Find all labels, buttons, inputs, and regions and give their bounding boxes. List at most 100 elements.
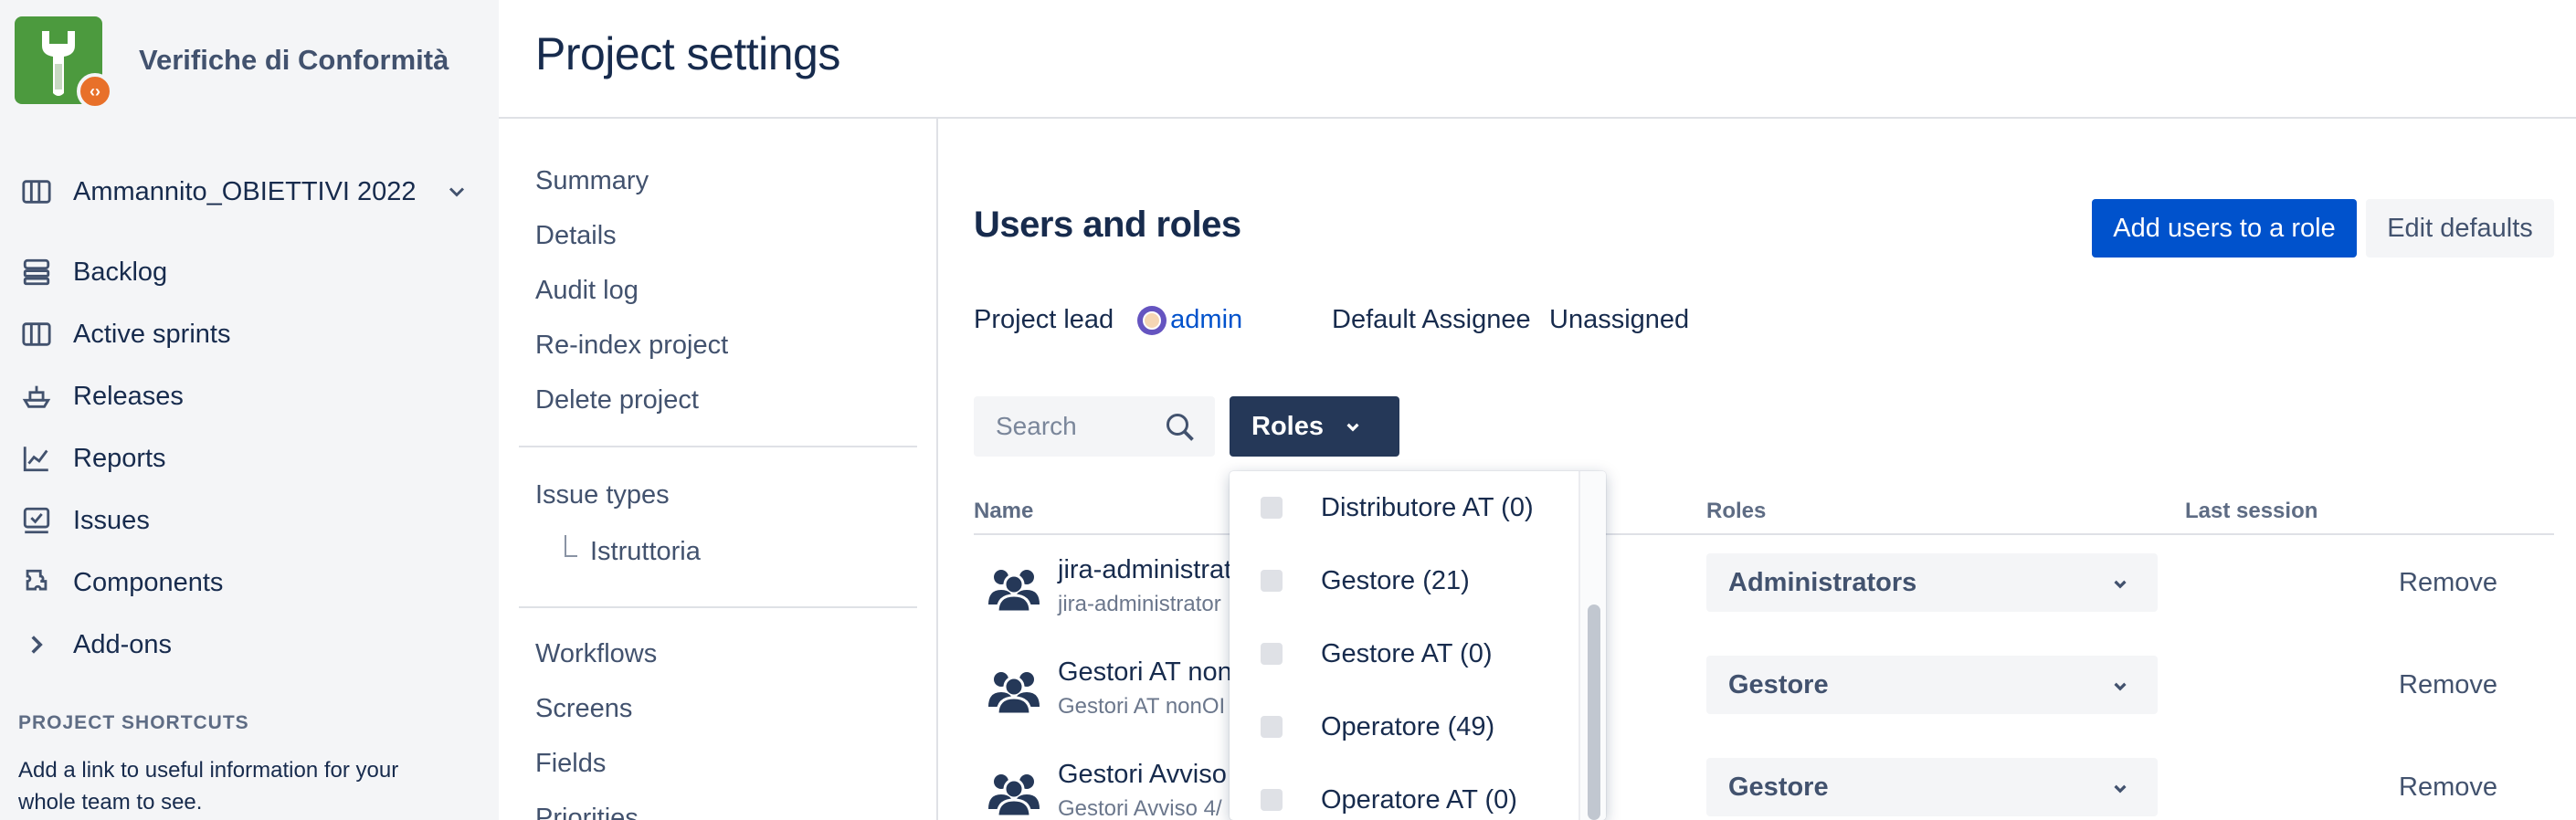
remove-button[interactable]: Remove — [2399, 568, 2497, 598]
project-lead-label: Project lead — [974, 305, 1114, 334]
edit-defaults-button[interactable]: Edit defaults — [2366, 199, 2554, 258]
group-icon — [988, 774, 1040, 816]
user-avatar-icon — [1143, 310, 1162, 330]
sidebar-nav: Backlog Active sprints Releases Reports — [18, 241, 475, 676]
sidebar-item-label: Reports — [73, 443, 166, 473]
settings-link-reindex[interactable]: Re-index project — [535, 331, 728, 361]
option-checkbox[interactable] — [1261, 789, 1283, 811]
sidebar-item-components[interactable]: Components — [18, 552, 475, 614]
group-name: jira-administrat — [1058, 555, 1232, 584]
roles-option-label: Operatore AT (0) — [1321, 784, 1517, 815]
project-lead: Project lead admin — [974, 305, 1242, 335]
chevron-down-icon — [1346, 423, 1359, 432]
project-lead-link[interactable]: admin — [1170, 305, 1242, 335]
shortcuts-description: Add a link to useful information for you… — [18, 758, 399, 815]
option-checkbox[interactable] — [1261, 570, 1283, 592]
group-name: Gestori Avviso — [1058, 760, 1227, 789]
section-title: Users and roles — [974, 205, 1241, 245]
sidebar-item-label: Releases — [73, 381, 184, 411]
group-subname: Gestori AT nonOI — [1058, 694, 1226, 719]
project-header[interactable]: ‹› Verifiche di Conformità — [15, 16, 449, 110]
settings-nav-divider — [519, 446, 917, 447]
group-name: Gestori AT non — [1058, 657, 1232, 687]
settings-link-priorities[interactable]: Priorities — [535, 804, 639, 820]
role-select[interactable]: Gestore — [1706, 656, 2158, 714]
roles-option-label: Distributore AT (0) — [1321, 492, 1534, 522]
backlog-icon — [18, 254, 55, 290]
group-subname: jira-administrator — [1058, 592, 1221, 616]
roles-option-label: Gestore AT (0) — [1321, 638, 1493, 668]
sidebar-item-label: Components — [73, 567, 224, 597]
issues-icon — [18, 502, 55, 539]
search-icon[interactable] — [1164, 411, 1197, 444]
column-header-roles: Roles — [1706, 499, 1767, 523]
board-switcher[interactable]: Ammannito_OBIETTIVI 2022 — [18, 168, 475, 216]
add-users-to-role-button[interactable]: Add users to a role — [2092, 199, 2357, 258]
settings-nav: Summary Details Audit log Re-index proje… — [499, 119, 937, 820]
option-checkbox[interactable] — [1261, 497, 1283, 519]
roles-option[interactable]: Operatore AT (0) — [1230, 763, 1577, 820]
role-select[interactable]: Administrators — [1706, 553, 2158, 612]
settings-link-delete-project[interactable]: Delete project — [535, 385, 699, 415]
sidebar-item-issues[interactable]: Issues — [18, 489, 475, 552]
option-checkbox[interactable] — [1261, 643, 1283, 665]
roles-option[interactable]: Distributore AT (0) — [1230, 471, 1577, 544]
settings-link-details[interactable]: Details — [535, 221, 617, 251]
sidebar-item-label: Backlog — [73, 257, 168, 287]
roles-option-label: Gestore (21) — [1321, 565, 1470, 595]
app: ‹› Verifiche di Conformità Ammannito_OBI… — [0, 0, 2576, 820]
role-select-value: Administrators — [1728, 567, 1917, 597]
sidebar-item-label: Active sprints — [73, 319, 231, 349]
chevron-down-icon — [2114, 580, 2127, 589]
roles-dropdown: Distributore AT (0) Gestore (21) Gestore… — [1230, 471, 1606, 820]
role-select[interactable]: Gestore — [1706, 758, 2158, 816]
group-icon — [988, 570, 1040, 612]
remove-button[interactable]: Remove — [2399, 773, 2497, 803]
settings-link-istruttoria[interactable]: Istruttoria — [590, 537, 701, 567]
code-badge-icon: ‹› — [77, 73, 113, 110]
option-checkbox[interactable] — [1261, 716, 1283, 738]
settings-nav-border — [936, 119, 938, 820]
roles-filter-button[interactable]: Roles — [1230, 396, 1399, 457]
chevron-down-icon — [449, 187, 465, 197]
group-icon — [988, 672, 1040, 714]
settings-link-issue-types[interactable]: Issue types — [535, 480, 670, 510]
search-field — [974, 396, 1215, 457]
roles-option[interactable]: Gestore (21) — [1230, 544, 1577, 617]
project-avatar: ‹› — [15, 16, 113, 110]
default-assignee-label: Default Assignee — [1332, 305, 1531, 334]
table-row: Gestori AT non Gestori AT nonOI Gestore … — [974, 647, 2554, 747]
sidebar-item-backlog[interactable]: Backlog — [18, 241, 475, 303]
sidebar-item-label: Issues — [73, 505, 150, 535]
sidebar-item-reports[interactable]: Reports — [18, 427, 475, 489]
roles-option[interactable]: Operatore (49) — [1230, 690, 1577, 763]
wrench-icon — [42, 31, 75, 96]
remove-button[interactable]: Remove — [2399, 670, 2497, 700]
default-assignee-value: Unassigned — [1549, 305, 1690, 334]
avatar — [1137, 305, 1167, 335]
board-icon — [18, 316, 55, 352]
table-header-divider — [974, 533, 2554, 535]
settings-link-workflows[interactable]: Workflows — [535, 639, 657, 669]
role-select-value: Gestore — [1728, 772, 1829, 802]
roles-option[interactable]: Gestore AT (0) — [1230, 617, 1577, 690]
settings-link-fields[interactable]: Fields — [535, 749, 606, 779]
sidebar-item-releases[interactable]: Releases — [18, 365, 475, 427]
roles-filter-label: Roles — [1251, 411, 1324, 441]
settings-link-screens[interactable]: Screens — [535, 694, 632, 724]
search-input[interactable] — [996, 412, 1169, 441]
group-subname: Gestori Avviso 4/ — [1058, 796, 1222, 820]
sidebar-item-add-ons[interactable]: Add-ons — [18, 614, 475, 676]
roles-option-label: Operatore (49) — [1321, 711, 1495, 741]
column-header-name: Name — [974, 499, 1034, 523]
dropdown-scrollbar[interactable] — [1578, 471, 1606, 820]
column-header-last-session: Last session — [2185, 499, 2318, 523]
sidebar-item-active-sprints[interactable]: Active sprints — [18, 303, 475, 365]
project-name: Verifiche di Conformità — [139, 44, 449, 76]
chevron-down-icon — [2114, 784, 2127, 794]
scrollbar-thumb[interactable] — [1588, 604, 1600, 820]
settings-link-summary[interactable]: Summary — [535, 166, 649, 196]
chevron-down-icon — [2114, 682, 2127, 691]
settings-link-audit-log[interactable]: Audit log — [535, 276, 639, 306]
board-icon — [18, 173, 55, 210]
